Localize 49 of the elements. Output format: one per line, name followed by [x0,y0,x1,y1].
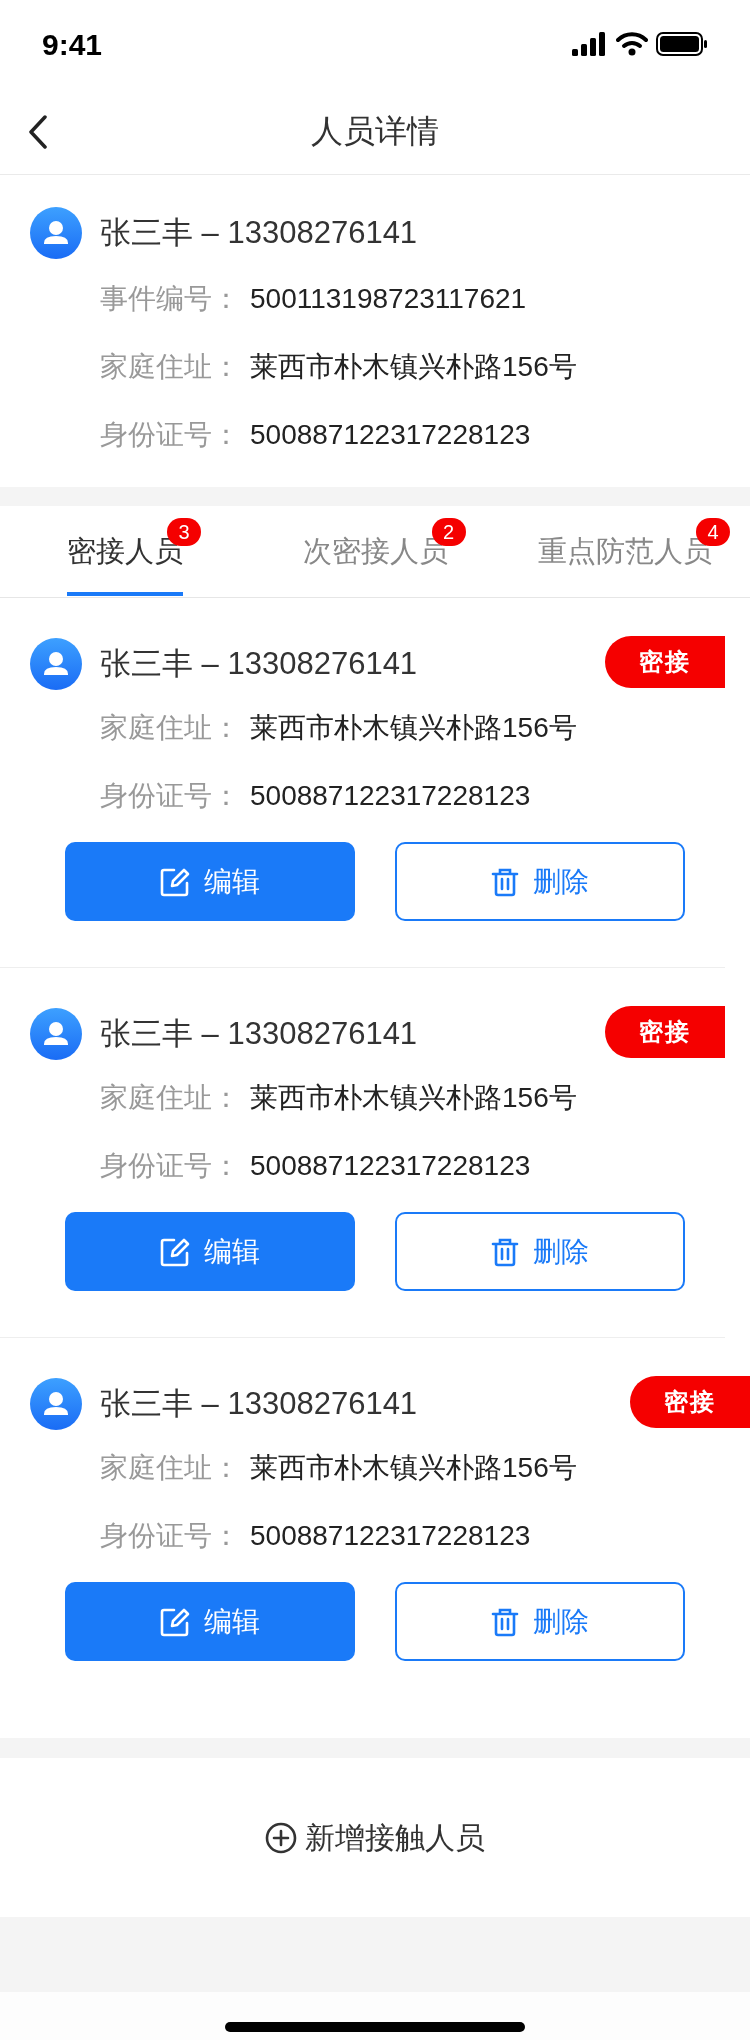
avatar-icon [30,1008,82,1060]
field-label: 家庭住址： [100,350,241,384]
person-name-phone: 张三丰 – 13308276141 [100,644,418,683]
field-label: 身份证号： [100,418,241,452]
field-label: 身份证号： [100,1149,241,1183]
tag: 密接 [605,636,725,688]
avatar-icon [30,638,82,690]
field-value: 500887122317228123 [250,418,531,452]
avatar-icon [30,207,82,259]
field-label: 事件编号： [100,282,241,316]
delete-button[interactable]: 删除 [395,842,685,921]
edit-icon [160,866,190,897]
field-label: 家庭住址： [100,1451,241,1485]
page-title: 人员详情 [311,112,439,151]
field-value: 500887122317228123 [250,1519,531,1553]
field-value: 莱西市朴木镇兴朴路156号 [250,350,577,384]
delete-button[interactable]: 删除 [395,1212,685,1291]
field-value: 莱西市朴木镇兴朴路156号 [250,711,577,745]
field-label: 身份证号： [100,779,241,813]
field-value: 500887122317228123 [250,1149,531,1183]
edit-icon [160,1236,190,1267]
avatar-icon [30,1378,82,1430]
trash-icon [491,1236,519,1267]
back-icon [28,115,48,149]
edit-button[interactable]: 编辑 [65,1582,355,1661]
add-contact-button[interactable]: 新增接触人员 [265,1815,485,1860]
delete-button[interactable]: 删除 [395,1582,685,1661]
edit-icon [160,1606,190,1637]
edit-button[interactable]: 编辑 [65,842,355,921]
signal-icon [572,32,608,56]
field-value: 500887122317228123 [250,779,531,813]
plus-circle-icon [265,1821,297,1854]
field-label: 家庭住址： [100,1081,241,1115]
status-time: 9:41 [42,26,103,63]
edit-button[interactable]: 编辑 [65,1212,355,1291]
battery-icon [656,32,708,56]
field-value: 莱西市朴木镇兴朴路156号 [250,1081,577,1115]
field-label: 家庭住址： [100,711,241,745]
field-value: 500113198723117621 [250,282,527,316]
tag: 密接 [630,1376,750,1428]
trash-icon [491,866,519,897]
person-name-phone: 张三丰 – 13308276141 [100,1014,418,1053]
wifi-icon [616,32,648,56]
field-value: 莱西市朴木镇兴朴路156号 [250,1451,577,1485]
trash-icon [491,1606,519,1637]
field-label: 身份证号： [100,1519,241,1553]
person-name-phone: 张三丰 – 13308276141 [100,1384,418,1423]
tag: 密接 [605,1006,725,1058]
person-name-phone: 张三丰 – 13308276141 [100,213,418,252]
